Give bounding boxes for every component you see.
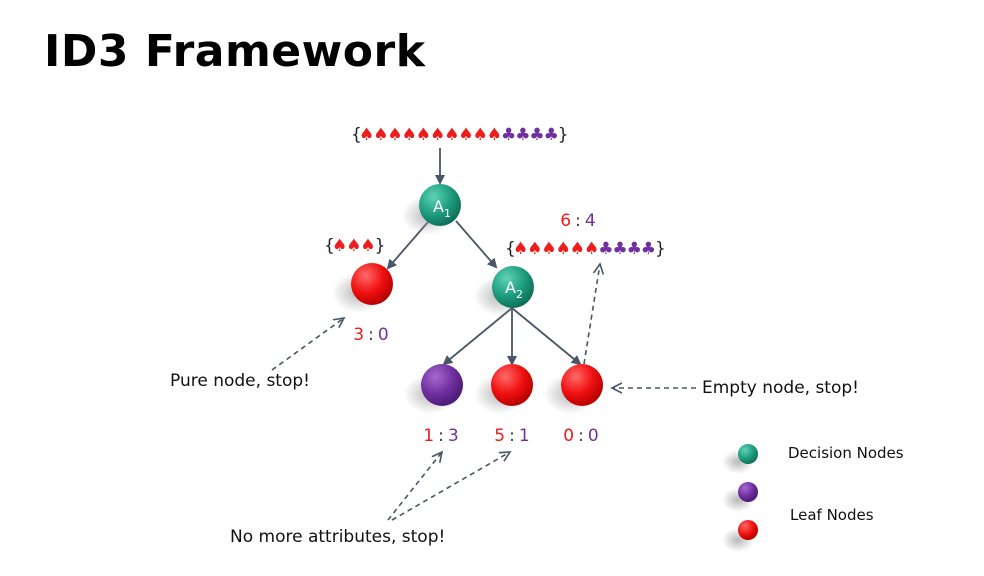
purple-club-icon: ♣ — [544, 125, 559, 145]
legend-decision-dot — [738, 444, 758, 464]
ratio-leaf-3: 0:0 — [563, 426, 598, 446]
red-spade-icon: ♠ — [513, 239, 528, 259]
legend-leaf-label: Leaf Nodes — [790, 506, 874, 524]
annotation-empty-node: Empty node, stop! — [702, 378, 859, 398]
leaf-node-3 — [561, 364, 603, 406]
annotation-no-attributes: No more attributes, stop! — [230, 527, 446, 547]
red-spade-icon: ♠ — [373, 125, 388, 145]
set-brace-close: } — [558, 125, 569, 145]
leaf-node-1 — [421, 364, 463, 406]
legend-leaf-red-dot — [738, 520, 758, 540]
purple-club-icon: ♣ — [529, 125, 544, 145]
legend-decision-label: Decision Nodes — [788, 444, 904, 462]
edge-a2-to-leaf-3 — [511, 307, 582, 366]
purple-club-icon: ♣ — [627, 239, 642, 259]
purple-club-icon: ♣ — [501, 125, 516, 145]
red-spade-icon: ♠ — [584, 239, 599, 259]
red-spade-icon: ♠ — [473, 125, 488, 145]
card-set-right: {♠♠♠♠♠♠♣♣♣♣} — [505, 239, 666, 259]
legend-leaf-purple-dot — [738, 482, 758, 502]
red-spade-icon: ♠ — [416, 125, 431, 145]
red-spade-icon: ♠ — [444, 125, 459, 145]
red-spade-icon: ♠ — [527, 239, 542, 259]
edge-a2-to-leaf-1 — [442, 307, 513, 366]
set-brace-close: } — [655, 239, 666, 259]
card-set-left: {♠♠♠} — [324, 236, 385, 256]
dashed-arrow-noattr-1 — [387, 452, 442, 521]
purple-club-icon: ♣ — [641, 239, 656, 259]
ratio-left-leaf: 3:0 — [353, 325, 388, 345]
red-spade-icon: ♠ — [332, 236, 347, 256]
set-brace-close: } — [375, 236, 386, 256]
dashed-arrow-pure — [271, 318, 344, 371]
leaf-node-left — [351, 263, 393, 305]
purple-club-icon: ♣ — [598, 239, 613, 259]
red-spade-icon: ♠ — [556, 239, 571, 259]
red-spade-icon: ♠ — [346, 236, 361, 256]
dashed-arrow-noattr-2 — [391, 452, 510, 521]
annotation-pure-node: Pure node, stop! — [170, 371, 310, 391]
red-spade-icon: ♠ — [359, 125, 374, 145]
tree-diagram: A1 A2 {♠♠♠♠♠♠♠♠♠♠♣♣♣♣} {♠♠♠} {♠♠♠♠♠♠♣♣♣♣… — [271, 125, 758, 552]
red-spade-icon: ♠ — [570, 239, 585, 259]
red-spade-icon: ♠ — [430, 125, 445, 145]
ratio-a2-top: 6:4 — [560, 211, 595, 231]
red-spade-icon: ♠ — [541, 239, 556, 259]
card-set-root: {♠♠♠♠♠♠♠♠♠♠♣♣♣♣} — [351, 125, 569, 145]
red-spade-icon: ♠ — [402, 125, 417, 145]
red-spade-icon: ♠ — [458, 125, 473, 145]
leaf-node-2 — [491, 364, 533, 406]
ratio-leaf-2: 5:1 — [494, 426, 529, 446]
dashed-arrow-empty-up — [583, 264, 600, 365]
red-spade-icon: ♠ — [360, 236, 375, 256]
red-spade-icon: ♠ — [387, 125, 402, 145]
purple-club-icon: ♣ — [515, 125, 530, 145]
ratio-leaf-1: 1:3 — [423, 426, 458, 446]
red-spade-icon: ♠ — [487, 125, 502, 145]
purple-club-icon: ♣ — [612, 239, 627, 259]
edge-a1-to-a2 — [455, 220, 498, 269]
